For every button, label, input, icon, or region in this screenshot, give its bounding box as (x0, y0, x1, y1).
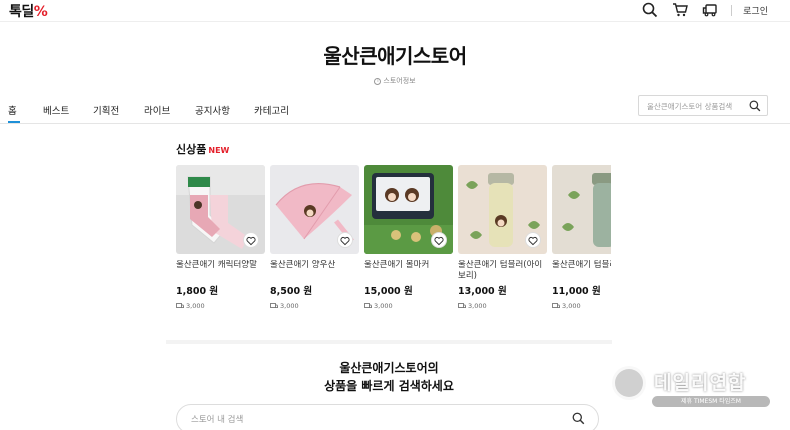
tab-notice[interactable]: 공지사항 (195, 103, 230, 117)
truck-icon (552, 303, 560, 308)
product-card[interactable]: 울산큰애기 텀블러(아이보리) 13,000 원 3,000 (458, 165, 547, 310)
wishlist-button[interactable] (243, 232, 259, 248)
tab-exhibition[interactable]: 기획전 (93, 103, 119, 117)
watermark-subtitle: 제휴 TIMESM 타임즈M (652, 396, 770, 407)
product-name: 울산큰애기 텀블러(아이보리) (458, 260, 543, 281)
shipping-fee-value: 3,000 (186, 302, 205, 310)
wishlist-button[interactable] (525, 232, 541, 248)
store-info-label: 스토어정보 (383, 77, 416, 85)
active-tab-indicator (8, 121, 20, 123)
product-card[interactable]: 울산큰애기 캐릭터양말 1,800 원 3,000 (176, 165, 265, 310)
product-price: 11,000 원 (552, 286, 601, 297)
new-products-carousel: 울산큰애기 캐릭터양말 1,800 원 3,000 울산큰애기 양우산 8,50… (176, 165, 611, 320)
search-prompt-line1: 울산큰애기스토어의 (339, 361, 439, 375)
wishlist-button[interactable] (337, 232, 353, 248)
store-inner-search-input[interactable]: 스토어 내 검색 (176, 404, 599, 430)
login-link[interactable]: 로그인 (743, 4, 768, 17)
cart-icon[interactable] (672, 2, 688, 18)
store-search-input[interactable]: 울산큰애기스토어 상품검색 (638, 95, 768, 116)
shipping-fee-value: 3,000 (374, 302, 393, 310)
logo-mark: % (33, 4, 48, 20)
tab-category[interactable]: 카테고리 (254, 103, 289, 117)
watermark-title: 데일리연합 (654, 372, 747, 394)
top-separator (731, 5, 732, 16)
heart-icon (246, 236, 256, 245)
new-badge: NEW (208, 146, 230, 155)
delivery-truck-icon[interactable] (702, 2, 718, 18)
search-icon[interactable] (642, 2, 658, 18)
shipping-fee-value: 3,000 (280, 302, 299, 310)
section-divider (166, 340, 612, 344)
heart-icon (528, 236, 538, 245)
product-name: 울산큰애기 텀블러(그린) (552, 260, 611, 270)
shipping-fee: 3,000 (552, 302, 611, 310)
truck-icon (458, 303, 466, 308)
store-search-placeholder: 울산큰애기스토어 상품검색 (647, 102, 733, 111)
truck-icon (176, 303, 184, 308)
product-image[interactable] (552, 165, 611, 254)
tab-live[interactable]: 라이브 (144, 103, 170, 117)
tab-best[interactable]: 베스트 (43, 103, 69, 117)
logo[interactable]: 톡딜% (9, 1, 48, 21)
product-price: 15,000 원 (364, 286, 413, 297)
tab-home[interactable]: 홈 (8, 103, 17, 117)
tumbler-green-image (552, 165, 611, 254)
top-icons (642, 2, 718, 18)
shipping-fee: 3,000 (364, 302, 453, 310)
product-image[interactable] (176, 165, 265, 254)
heart-icon (434, 236, 444, 245)
inner-search-placeholder: 스토어 내 검색 (191, 415, 244, 425)
product-price: 8,500 원 (270, 286, 313, 297)
search-icon[interactable] (572, 412, 585, 425)
product-image[interactable] (458, 165, 547, 254)
new-products-title: 신상품 NEW (176, 141, 229, 157)
product-card[interactable]: 울산큰애기 텀블러(그린) 11,000 원 3,000 (552, 165, 611, 310)
shipping-fee-value: 3,000 (468, 302, 487, 310)
shipping-fee-value: 3,000 (562, 302, 581, 310)
product-name: 울산큰애기 볼마커 (364, 260, 430, 270)
product-name: 울산큰애기 양우산 (270, 260, 336, 270)
wishlist-button[interactable] (431, 232, 447, 248)
truck-icon (270, 303, 278, 308)
top-bar: 톡딜% 로그인 (0, 0, 790, 22)
search-icon[interactable] (749, 100, 761, 112)
product-card[interactable]: 울산큰애기 양우산 8,500 원 3,000 (270, 165, 359, 310)
search-prompt: 울산큰애기스토어의 상품을 빠르게 검색하세요 (166, 359, 612, 395)
logo-text: 톡딜 (9, 4, 34, 20)
truck-icon (364, 303, 372, 308)
store-info-link[interactable]: i 스토어정보 (0, 76, 790, 86)
product-price: 13,000 원 (458, 286, 507, 297)
shipping-fee: 3,000 (458, 302, 547, 310)
heart-icon (340, 236, 350, 245)
product-image[interactable] (364, 165, 453, 254)
watermark-logo-icon (612, 366, 646, 400)
watermark: 데일리연합 제휴 TIMESM 타임즈M (612, 364, 784, 412)
info-icon: i (374, 77, 382, 85)
product-price: 1,800 원 (176, 286, 219, 297)
shipping-fee: 3,000 (270, 302, 359, 310)
product-name: 울산큰애기 캐릭터양말 (176, 260, 257, 270)
product-image[interactable] (270, 165, 359, 254)
store-title: 울산큰애기스토어 (323, 44, 467, 68)
section-title: 신상품 (176, 143, 207, 156)
product-card[interactable]: 울산큰애기 볼마커 15,000 원 3,000 (364, 165, 453, 310)
shipping-fee: 3,000 (176, 302, 265, 310)
search-prompt-line2: 상품을 빠르게 검색하세요 (324, 379, 454, 393)
